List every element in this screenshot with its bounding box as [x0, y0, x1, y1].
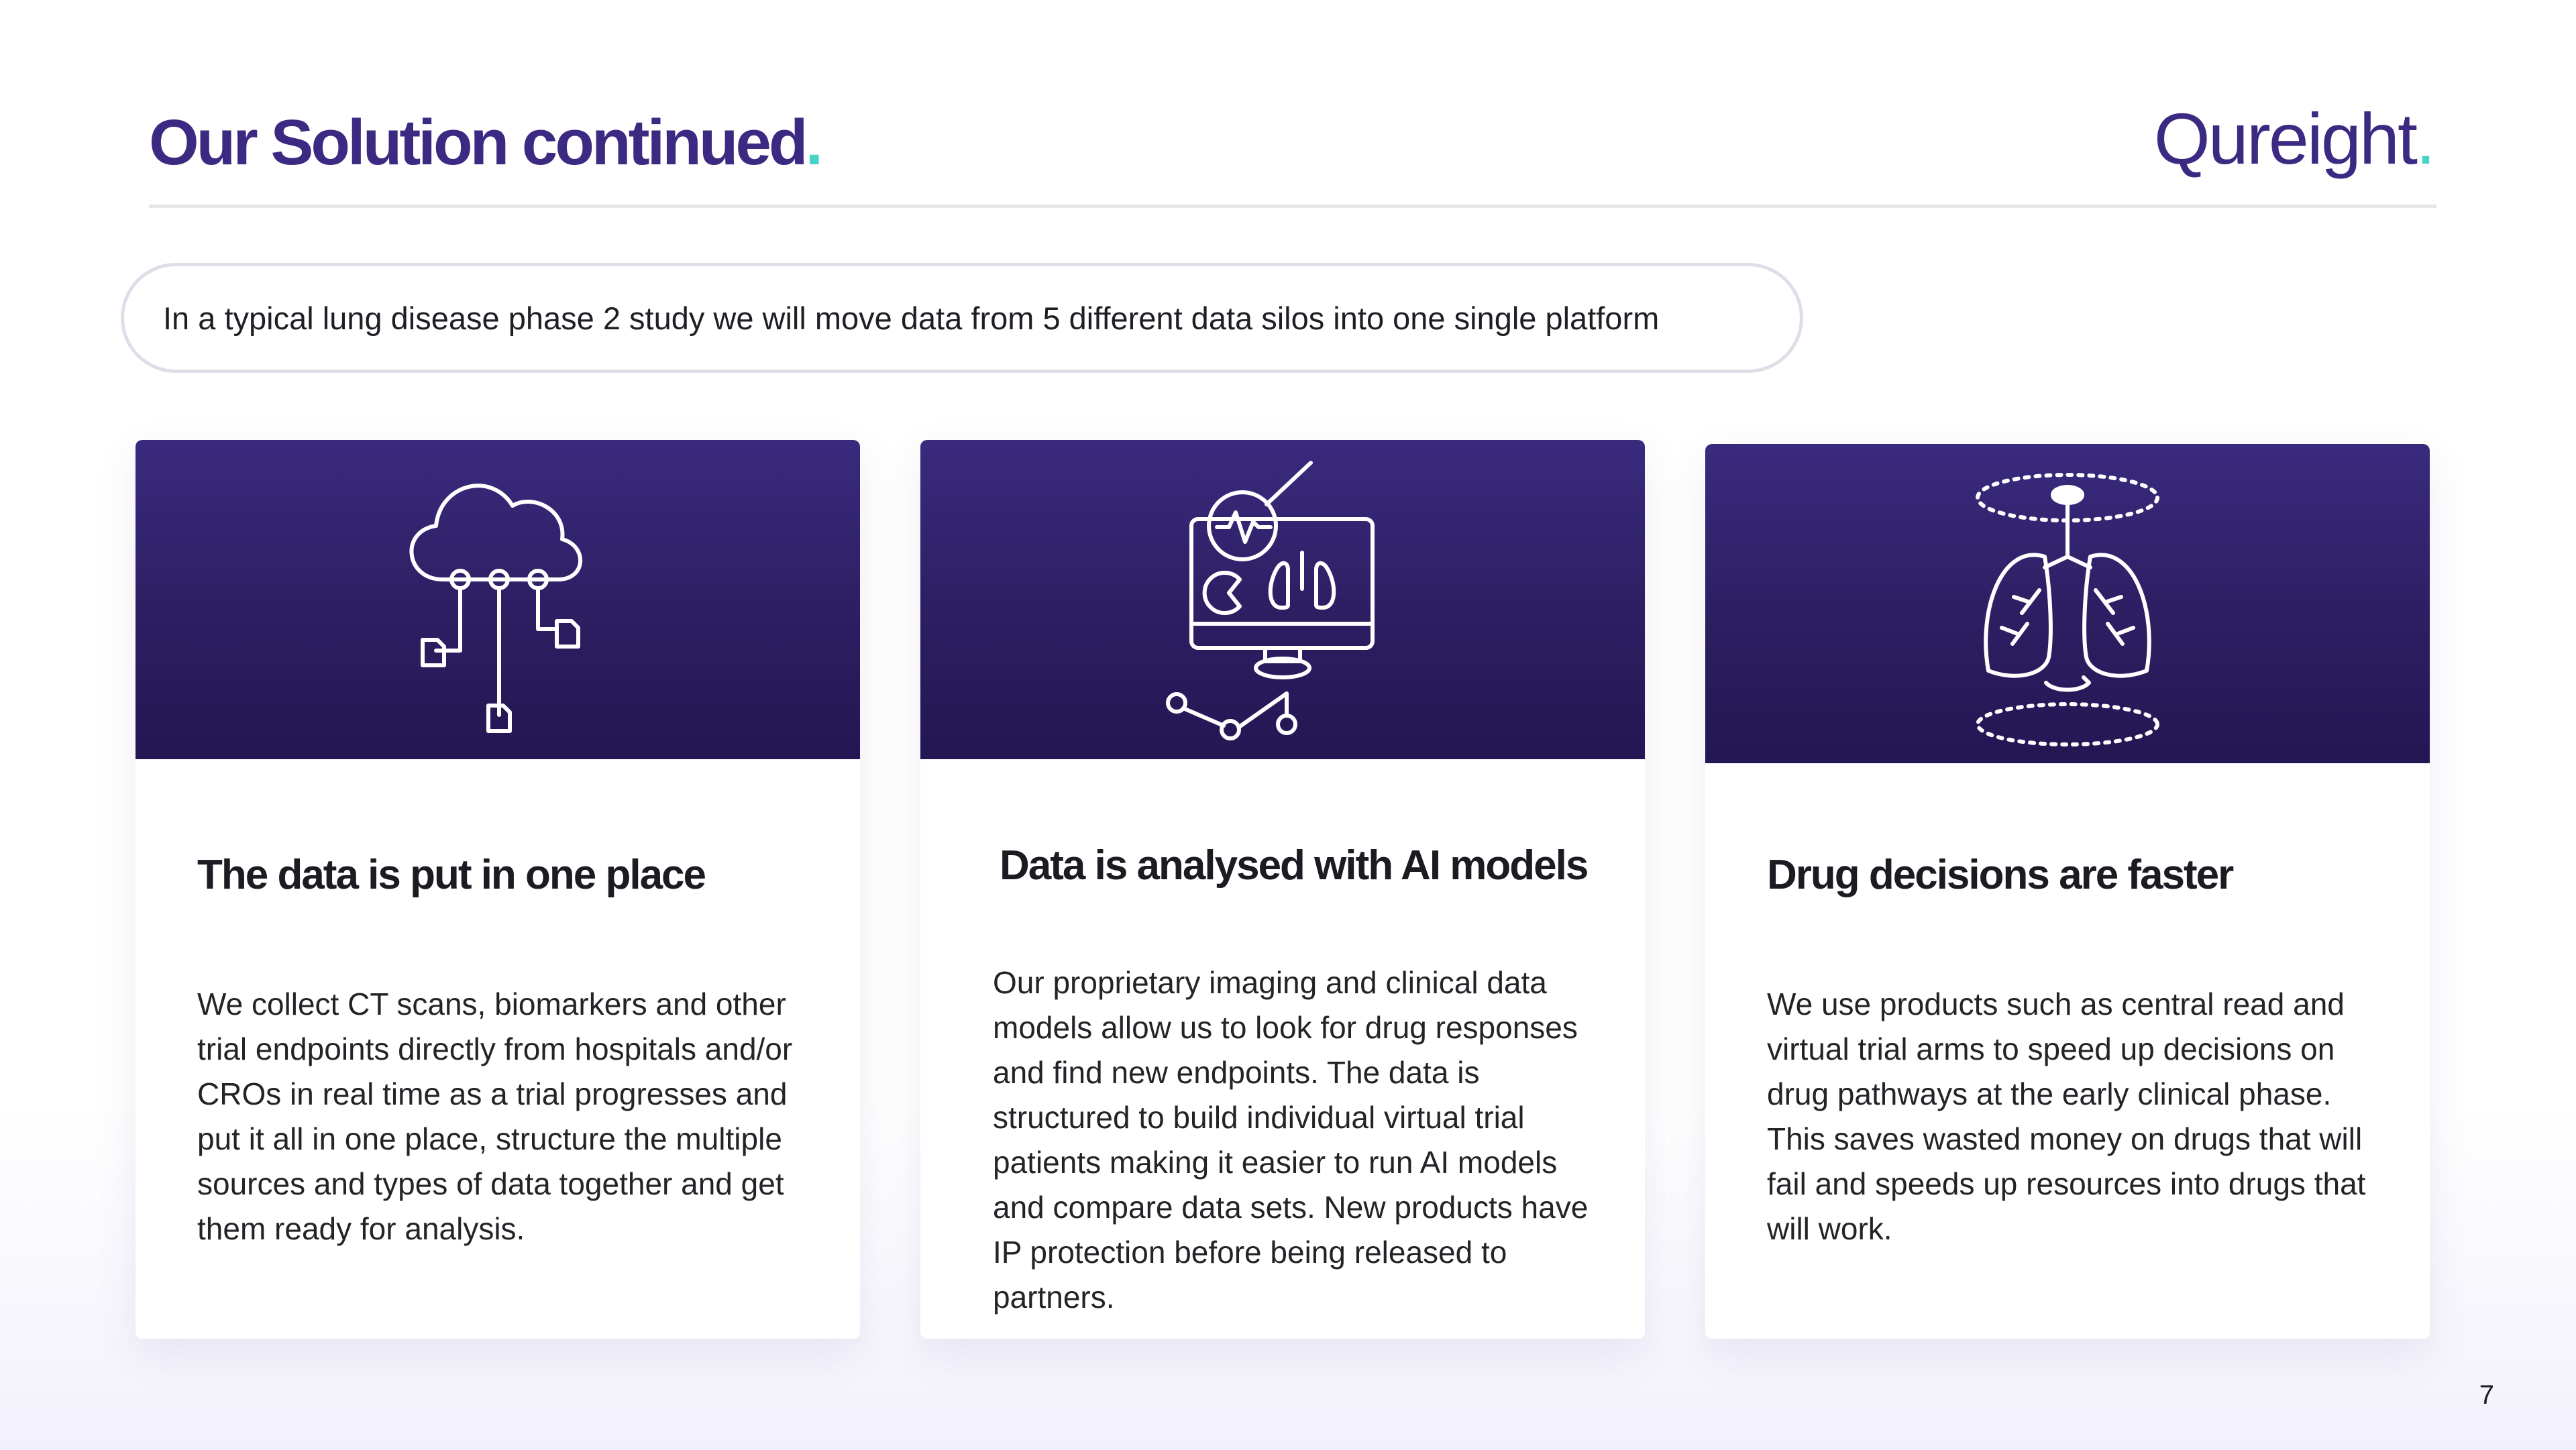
page-title: Our Solution continued.	[149, 107, 820, 178]
card-heading: Drug decisions are faster	[1767, 850, 2390, 900]
page-number: 7	[2479, 1380, 2494, 1410]
intro-text: In a typical lung disease phase 2 study …	[163, 300, 1659, 337]
card-banner	[1705, 444, 2430, 763]
card-body-text: Our proprietary imaging and clinical dat…	[993, 960, 1598, 1320]
card-faster-decisions: Drug decisions are faster We use product…	[1705, 444, 2430, 1339]
lungs-hologram-icon	[1927, 456, 2208, 751]
header-divider	[149, 205, 2436, 208]
card-body-text: We use products such as central read and…	[1767, 982, 2383, 1251]
brand-logo: Qureight.	[2154, 99, 2434, 179]
title-accent-dot: .	[806, 107, 821, 178]
card-banner	[920, 440, 1645, 759]
cloud-data-icon	[357, 452, 639, 747]
card-heading: Data is analysed with AI models	[1000, 841, 1605, 891]
card-banner	[136, 440, 860, 759]
card-ai-models: Data is analysed with AI models Our prop…	[920, 440, 1645, 1339]
card-body-text: We collect CT scans, biomarkers and othe…	[197, 982, 813, 1251]
card-heading: The data is put in one place	[197, 850, 820, 900]
brand-accent-dot: .	[2416, 98, 2434, 179]
lung-analysis-monitor-icon	[1142, 452, 1424, 747]
intro-callout: In a typical lung disease phase 2 study …	[121, 263, 1803, 373]
card-data-one-place: The data is put in one place We collect …	[136, 440, 860, 1339]
